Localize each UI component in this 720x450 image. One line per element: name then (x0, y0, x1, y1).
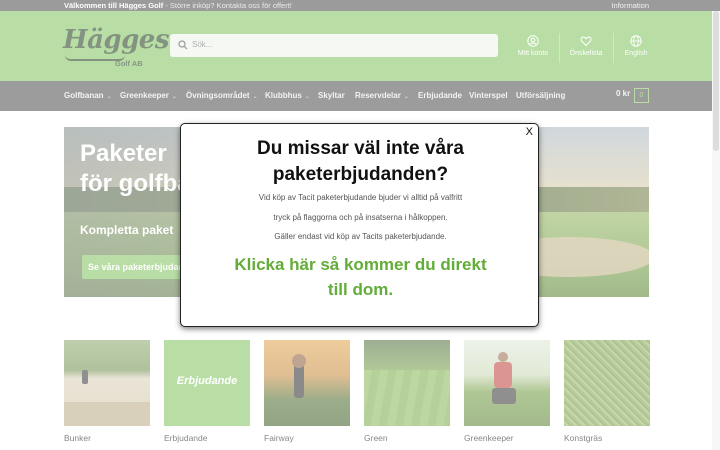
popup-title-line: paketerbjudanden? (272, 164, 449, 185)
popup-cta-line: till dom. (327, 280, 394, 299)
popup-body-text: Vid köp av Tacit paketerbjudande bjuder … (258, 193, 463, 202)
popup-body-text: Gäller endast vid köp av Tacits paketerb… (274, 232, 447, 241)
popup-cta-link[interactable]: Klicka här så kommer du direkt till dom. (181, 252, 540, 302)
promo-popup: X Du missar väl inte våra paketerbjudand… (180, 123, 539, 327)
popup-title-line: Du missar väl inte våra (257, 138, 464, 159)
popup-title: Du missar väl inte våra paketerbjudanden… (181, 136, 540, 188)
popup-cta-line: Klicka här så kommer du direkt (234, 255, 487, 274)
popup-body-text: tryck på flaggorna och på insatserna i h… (273, 213, 448, 222)
